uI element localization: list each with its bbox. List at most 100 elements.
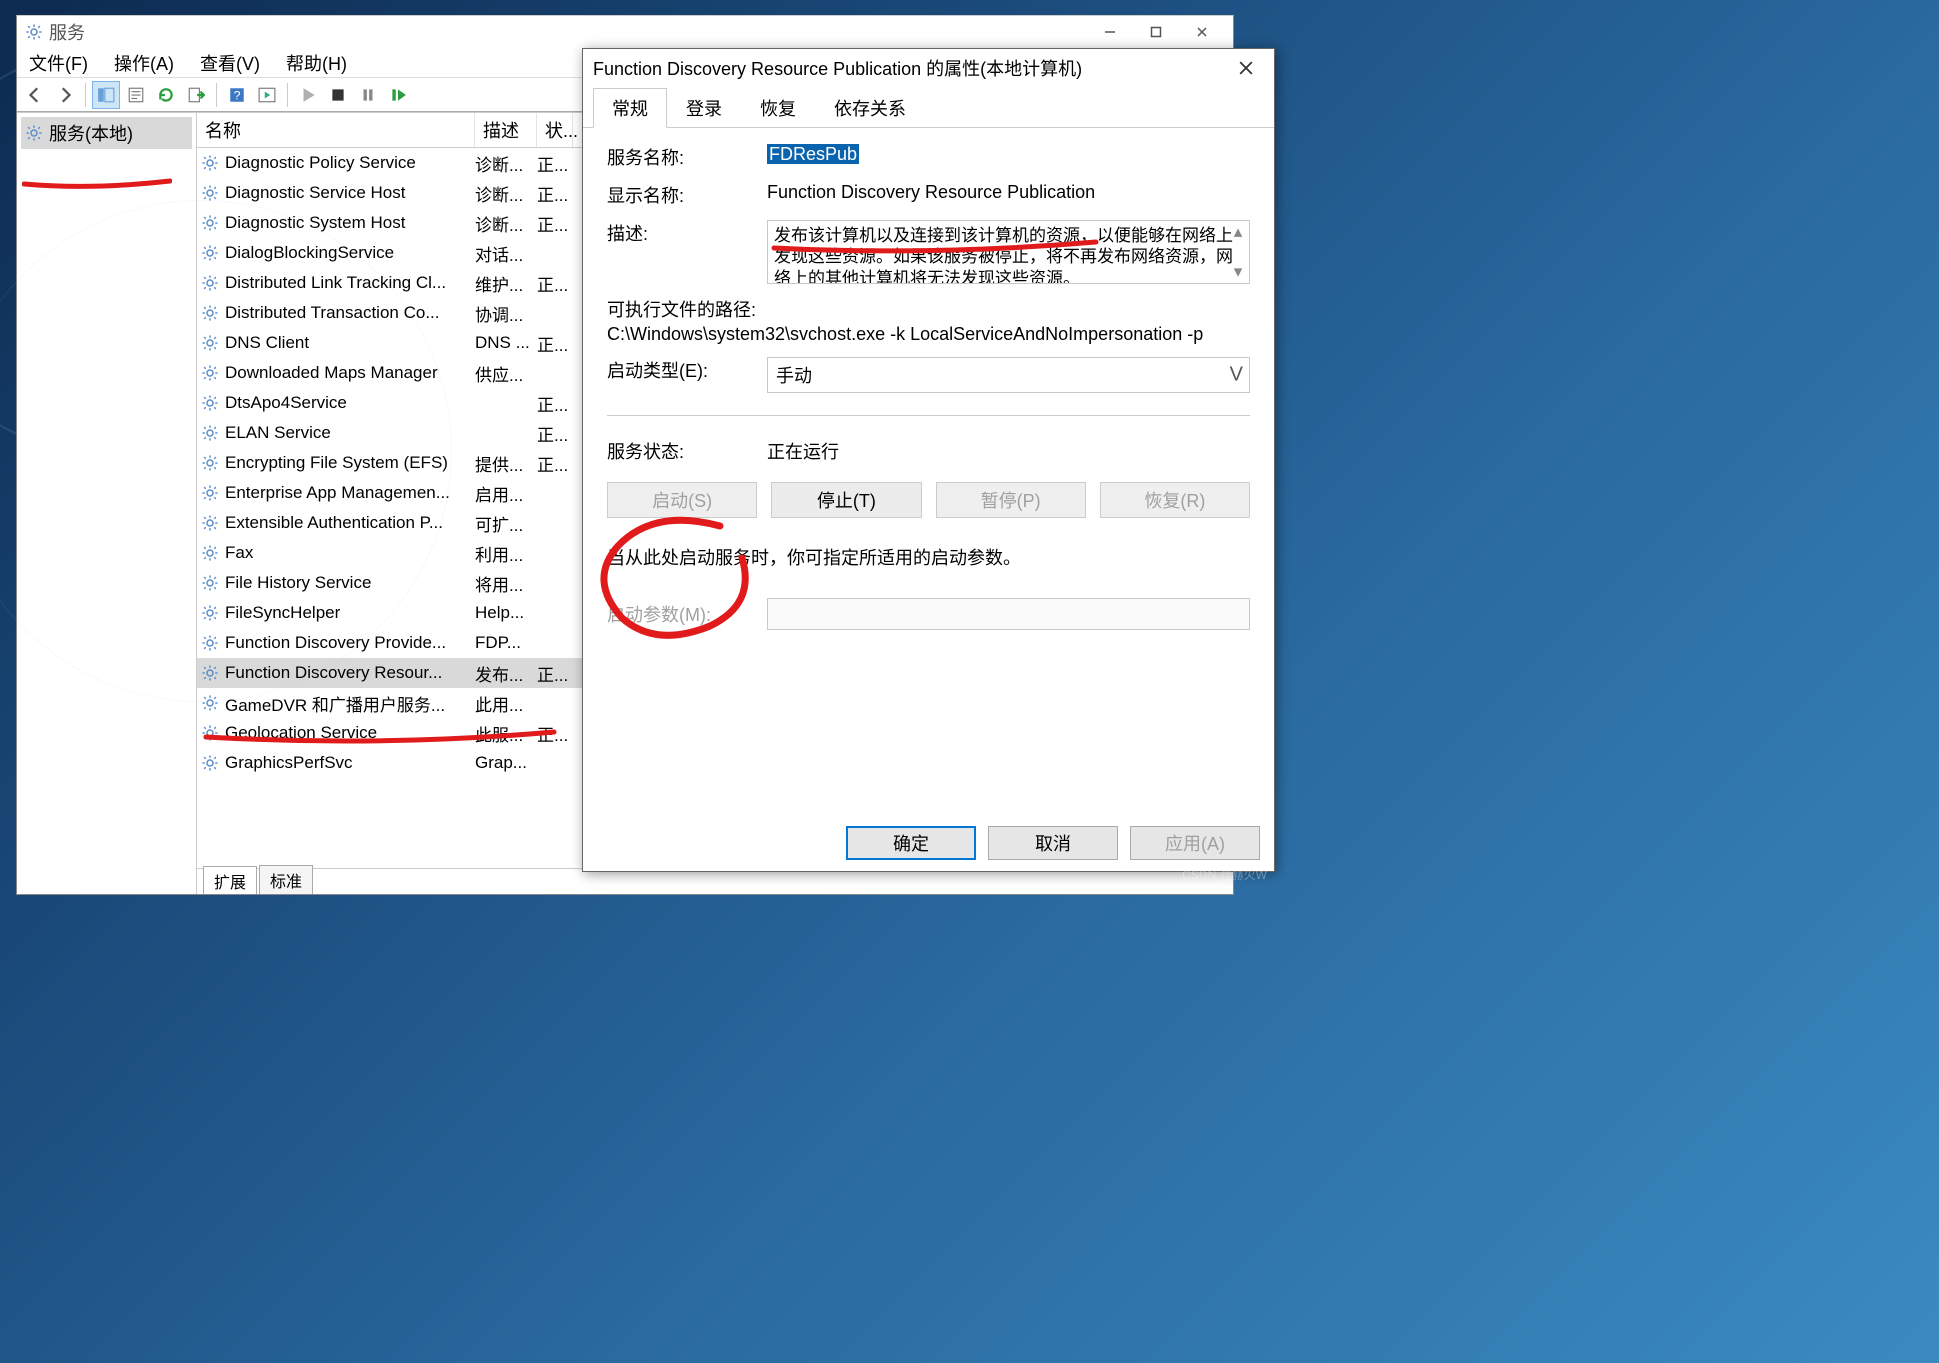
cell-desc: 供应... [475,361,537,386]
cell-name: Extensible Authentication P... [197,513,475,533]
service-name-text: DNS Client [225,333,309,353]
cell-status: 正... [537,421,573,446]
cell-name: DNS Client [197,333,475,353]
service-name-text: Geolocation Service [225,723,377,743]
tab-extended[interactable]: 扩展 [203,866,257,894]
separator [287,83,288,107]
cell-desc: 维护... [475,271,537,296]
cell-desc: 启用... [475,481,537,506]
start-hint: 当从此处启动服务时，你可指定所适用的启动参数。 [607,544,1250,570]
col-status[interactable]: 状... [537,113,573,147]
dialog-footer: 确定 取消 应用(A) [583,815,1274,871]
cell-name: Function Discovery Provide... [197,633,475,653]
apply-button: 应用(A) [1130,826,1260,860]
cell-status: 正... [537,331,573,356]
menu-view[interactable]: 查看(V) [196,48,264,78]
gear-icon [201,634,219,652]
maximize-button[interactable] [1133,17,1179,47]
dialog-titlebar: Function Discovery Resource Publication … [583,49,1274,87]
window-title: 服务 [49,19,85,45]
restart-svc-button[interactable] [384,81,412,109]
cell-name: GameDVR 和广播用户服务... [197,691,475,716]
col-desc[interactable]: 描述 [475,113,537,147]
cell-name: Diagnostic Policy Service [197,153,475,173]
gear-icon [201,184,219,202]
service-name-text: Diagnostic Service Host [225,183,405,203]
cell-desc: 诊断... [475,211,537,236]
gear-icon [25,23,43,41]
cancel-button[interactable]: 取消 [988,826,1118,860]
cell-status: 正... [537,661,573,686]
tab-standard[interactable]: 标准 [259,865,313,894]
tree-node-services-local[interactable]: 服务(本地) [21,117,192,149]
gear-icon [201,304,219,322]
cell-status: 正... [537,271,573,296]
help-button[interactable]: ? [223,81,251,109]
value-description[interactable]: 发布该计算机以及连接到该计算机的资源，以便能够在网络上发现这些资源。如果该服务被… [767,220,1250,284]
stop-button[interactable]: 停止(T) [771,482,921,518]
tab-logon[interactable]: 登录 [667,88,741,128]
separator [607,415,1250,416]
col-name[interactable]: 名称 [197,113,475,147]
gear-icon [201,244,219,262]
titlebar: 服务 [17,16,1233,48]
start-params-input[interactable] [767,598,1250,630]
value-service-name[interactable]: FDResPub [767,144,859,164]
cell-desc: 对话... [475,241,537,266]
stop-svc-button[interactable] [324,81,352,109]
description-scrollbar[interactable]: ▴ ▾ [1229,223,1247,281]
gear-icon [201,754,219,772]
tab-dependencies[interactable]: 依存关系 [815,88,925,128]
dialog-body: 服务名称: FDResPub 显示名称: Function Discovery … [583,128,1274,815]
service-name-text: Distributed Transaction Co... [225,303,439,323]
cell-name: Distributed Link Tracking Cl... [197,273,475,293]
gear-icon [201,694,219,712]
value-display-name: Function Discovery Resource Publication [767,182,1250,203]
close-button[interactable] [1179,17,1225,47]
tab-general[interactable]: 常规 [593,88,667,128]
properties-button[interactable] [122,81,150,109]
service-name-text: DtsApo4Service [225,393,347,413]
show-hide-action-button[interactable] [253,81,281,109]
pause-svc-button[interactable] [354,81,382,109]
gear-icon [201,514,219,532]
menu-action[interactable]: 操作(A) [110,48,178,78]
resume-button: 恢复(R) [1100,482,1250,518]
startup-type-select[interactable]: 手动 V [767,357,1250,393]
gear-icon [201,334,219,352]
service-name-text: GameDVR 和广播用户服务... [225,691,445,716]
cell-name: Function Discovery Resour... [197,663,475,683]
refresh-button[interactable] [152,81,180,109]
nav-back-button[interactable] [21,81,49,109]
cell-name: Geolocation Service [197,723,475,743]
service-name-text: ELAN Service [225,423,331,443]
show-hide-tree-button[interactable] [92,81,120,109]
gear-icon [201,574,219,592]
scroll-up-icon[interactable]: ▴ [1229,223,1247,241]
gear-icon [201,424,219,442]
pause-button: 暂停(P) [936,482,1086,518]
tab-recovery[interactable]: 恢复 [741,88,815,128]
service-name-text: Enterprise App Managemen... [225,483,450,503]
start-svc-button[interactable] [294,81,322,109]
cell-name: Diagnostic Service Host [197,183,475,203]
cell-name: ELAN Service [197,423,475,443]
service-name-text: FileSyncHelper [225,603,340,623]
gear-icon [201,544,219,562]
menu-help[interactable]: 帮助(H) [282,48,351,78]
service-name-text: Diagnostic System Host [225,213,405,233]
value-exe-path: C:\Windows\system32\svchost.exe -k Local… [607,324,1250,345]
ok-button[interactable]: 确定 [846,826,976,860]
gear-icon [201,604,219,622]
scroll-down-icon[interactable]: ▾ [1229,263,1247,281]
dialog-title: Function Discovery Resource Publication … [593,55,1082,81]
caption-buttons [1087,17,1225,47]
minimize-button[interactable] [1087,17,1133,47]
gear-icon [201,274,219,292]
service-name-text: Encrypting File System (EFS) [225,453,448,473]
gear-icon [201,154,219,172]
menu-file[interactable]: 文件(F) [25,48,92,78]
export-button[interactable] [182,81,210,109]
nav-fwd-button[interactable] [51,81,79,109]
dialog-close-button[interactable] [1228,53,1264,83]
